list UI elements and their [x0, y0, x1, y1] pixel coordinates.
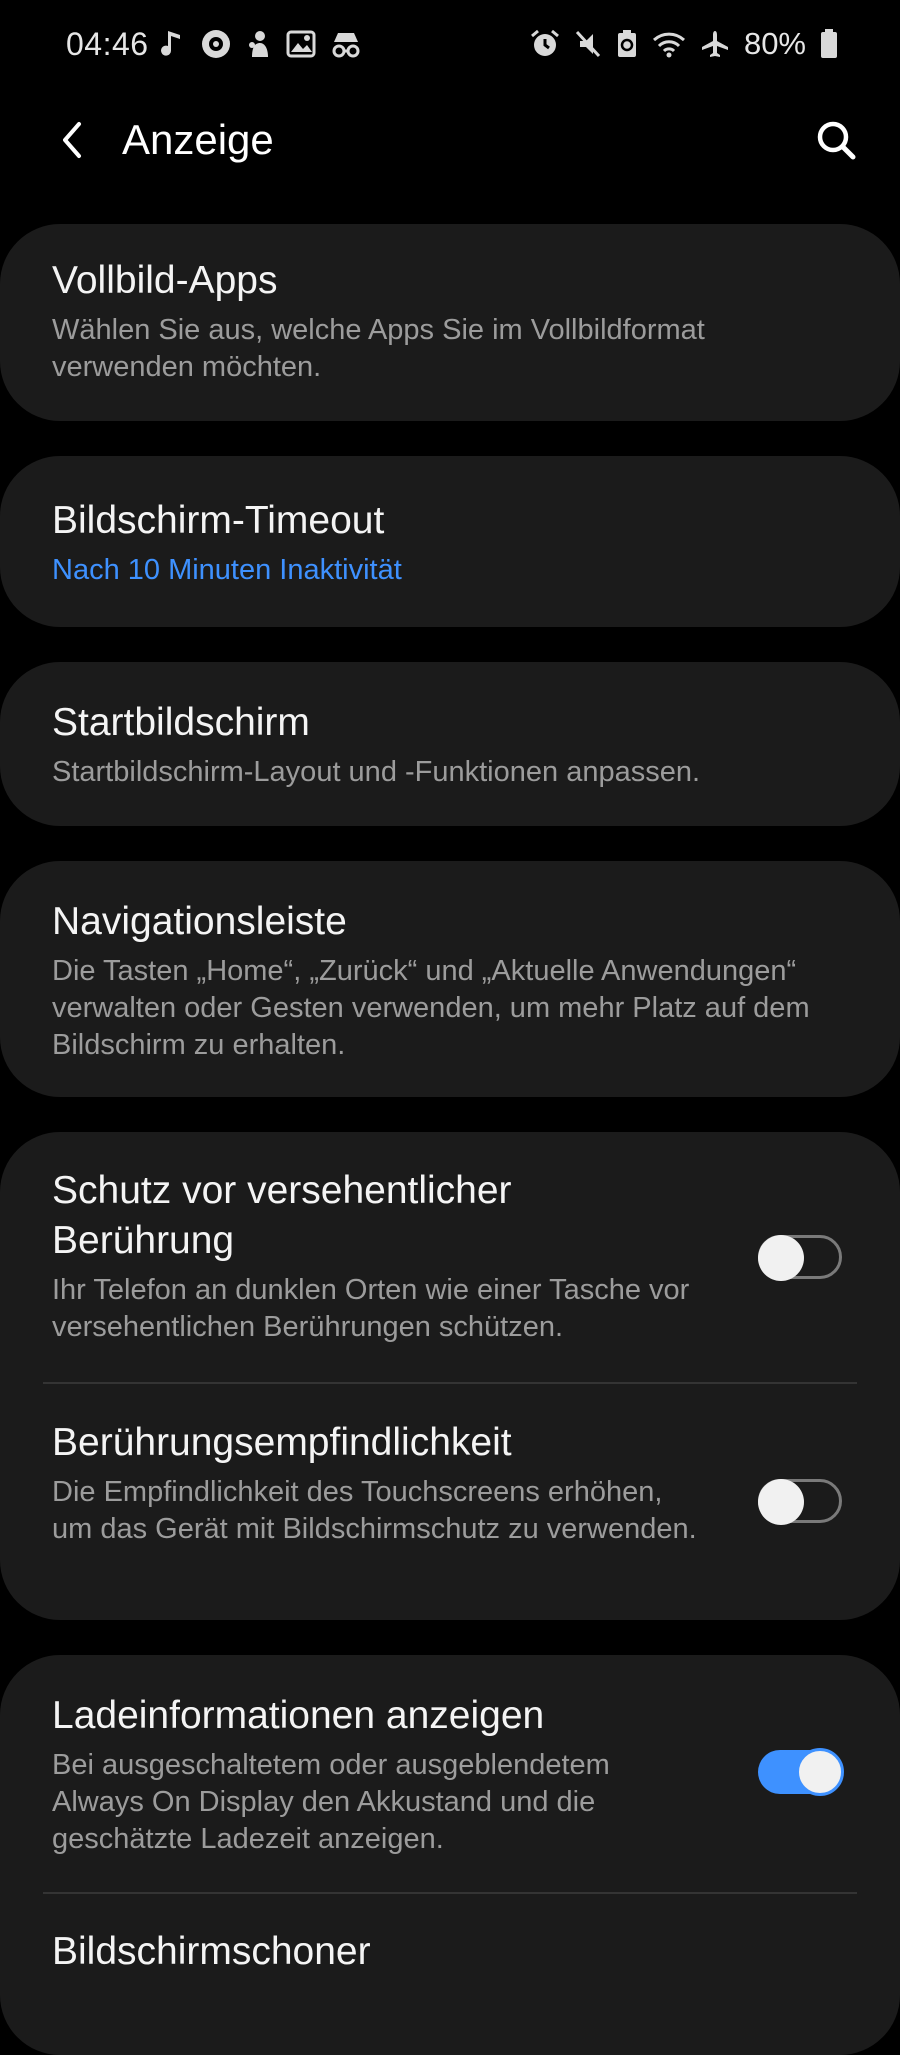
- alarm-icon: [530, 29, 560, 59]
- image-icon: [286, 30, 316, 58]
- setting-fullscreen-apps[interactable]: Vollbild-Apps Wählen Sie aus, welche App…: [0, 256, 900, 386]
- search-button[interactable]: [806, 110, 866, 170]
- setting-title: Navigationsleiste: [52, 900, 347, 943]
- page-title: Anzeige: [122, 116, 274, 163]
- setting-title: Vollbild-Apps: [52, 259, 278, 302]
- setting-subtitle: Bei ausgeschaltetem oder ausgeblendetem …: [52, 1749, 610, 1855]
- setting-home-screen[interactable]: Startbildschirm Startbildschirm-Layout u…: [0, 698, 900, 791]
- toggle-knob: [758, 1479, 804, 1525]
- record-icon: [200, 28, 232, 60]
- battery-saver-icon: [616, 29, 638, 59]
- setting-subtitle: Die Empfindlichkeit des Touchscreens erh…: [52, 1476, 697, 1545]
- card-navigation-bar: Navigationsleiste Die Tasten „Home“, „Zu…: [0, 861, 900, 1097]
- back-button[interactable]: [44, 112, 100, 168]
- setting-title: Schutz vor versehentlicher Berührung: [52, 1169, 512, 1262]
- setting-subtitle: Wählen Sie aus, welche Apps Sie im Vollb…: [52, 314, 705, 383]
- card-home-screen: Startbildschirm Startbildschirm-Layout u…: [0, 662, 900, 826]
- battery-percent: 80%: [743, 26, 806, 61]
- setting-value: Nach 10 Minuten Inaktivität: [52, 554, 402, 586]
- card-charging-and-screensaver: Ladeinformationen anzeigen Bei ausgescha…: [0, 1655, 900, 2055]
- setting-screen-saver[interactable]: Bildschirmschoner: [0, 1927, 900, 1977]
- accidental-touch-toggle[interactable]: [758, 1235, 842, 1281]
- setting-subtitle: Die Tasten „Home“, „Zurück“ und „Aktuell…: [52, 955, 810, 1061]
- touch-sensitivity-toggle[interactable]: [758, 1479, 842, 1525]
- notification-icon: [246, 29, 272, 59]
- setting-subtitle: Ihr Telefon an dunklen Orten wie einer T…: [52, 1274, 690, 1343]
- divider: [43, 1382, 857, 1384]
- incognito-icon: [330, 30, 362, 58]
- battery-icon: [820, 29, 838, 59]
- setting-screen-timeout[interactable]: Bildschirm-Timeout Nach 10 Minuten Inakt…: [0, 496, 900, 589]
- music-note-icon: [160, 29, 186, 59]
- wifi-icon: [652, 29, 686, 59]
- setting-touch-sensitivity[interactable]: Berührungsempfindlichkeit Die Empfindlic…: [0, 1418, 900, 1548]
- setting-title: Startbildschirm: [52, 701, 310, 744]
- status-notification-icons: [160, 28, 362, 60]
- status-bar: 04:46 80%: [0, 0, 900, 92]
- back-arrow-icon: [63, 122, 81, 158]
- app-bar: Anzeige: [0, 92, 900, 192]
- toggle-knob: [796, 1748, 844, 1796]
- divider: [43, 1892, 857, 1894]
- setting-subtitle: Startbildschirm-Layout und -Funktionen a…: [52, 756, 701, 788]
- setting-title: Bildschirmschoner: [52, 1930, 371, 1973]
- airplane-icon: [700, 29, 730, 59]
- card-touch-settings: Schutz vor versehentlicher Berührung Ihr…: [0, 1132, 900, 1620]
- setting-title: Bildschirm-Timeout: [52, 499, 385, 542]
- setting-title: Ladeinformationen anzeigen: [52, 1694, 545, 1737]
- charging-info-toggle[interactable]: [758, 1748, 844, 1796]
- card-fullscreen-apps: Vollbild-Apps Wählen Sie aus, welche App…: [0, 224, 900, 421]
- setting-navigation-bar[interactable]: Navigationsleiste Die Tasten „Home“, „Zu…: [0, 897, 900, 1064]
- mute-icon: [574, 29, 602, 59]
- toggle-knob: [758, 1235, 804, 1281]
- card-screen-timeout: Bildschirm-Timeout Nach 10 Minuten Inakt…: [0, 456, 900, 627]
- status-system-icons: 80%: [530, 26, 838, 62]
- status-time: 04:46: [66, 26, 149, 62]
- setting-title: Berührungsempfindlichkeit: [52, 1421, 512, 1464]
- search-icon: [817, 121, 856, 160]
